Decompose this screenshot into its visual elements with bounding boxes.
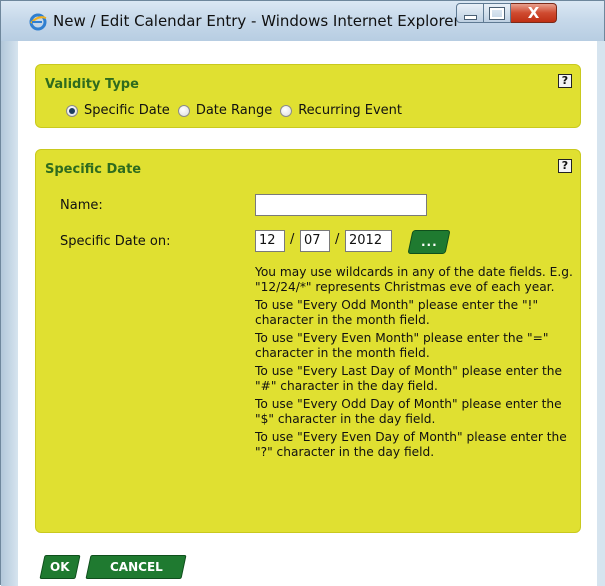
cancel-button[interactable]: CANCEL bbox=[85, 555, 187, 579]
help-line: You may use wildcards in any of the date… bbox=[255, 265, 573, 294]
minimize-icon bbox=[463, 14, 477, 20]
window-controls: X bbox=[456, 3, 557, 25]
ie-logo-icon bbox=[29, 13, 47, 31]
wildcard-help-text: You may use wildcards in any of the date… bbox=[255, 265, 575, 463]
maximize-icon bbox=[489, 6, 505, 20]
window-right-edge bbox=[597, 41, 605, 586]
specific-date-panel: Specific Date ? Name: Specific Date on: … bbox=[35, 149, 581, 533]
help-line: To use "Every Odd Month" please enter th… bbox=[255, 298, 539, 327]
dialog-content: Validity Type ? Specific Date Date Range… bbox=[18, 41, 597, 586]
maximize-button[interactable] bbox=[484, 3, 511, 23]
specific-date-title: Specific Date bbox=[45, 162, 142, 177]
name-label: Name: bbox=[60, 198, 103, 213]
validity-help-button[interactable]: ? bbox=[558, 74, 572, 88]
name-input[interactable] bbox=[255, 194, 427, 216]
ok-button-label: OK bbox=[50, 560, 70, 574]
help-line: To use "Every Even Month" please enter t… bbox=[255, 331, 549, 360]
specific-date-help-button[interactable]: ? bbox=[558, 159, 572, 173]
help-line: To use "Every Last Day of Month" please … bbox=[255, 364, 562, 393]
minimize-button[interactable] bbox=[456, 3, 484, 23]
help-line: To use "Every Odd Day of Month" please e… bbox=[255, 397, 562, 426]
validity-type-panel: Validity Type ? Specific Date Date Range… bbox=[35, 64, 581, 128]
close-button[interactable]: X bbox=[511, 3, 557, 23]
radio-specific-date-label: Specific Date bbox=[84, 103, 170, 118]
calendar-picker-button[interactable]: ... bbox=[407, 230, 451, 254]
month-field[interactable]: 12 bbox=[255, 230, 285, 252]
radio-date-range-indicator[interactable] bbox=[177, 104, 190, 117]
specific-date-on-label: Specific Date on: bbox=[60, 234, 171, 249]
radio-recurring-event-label: Recurring Event bbox=[298, 103, 403, 118]
browser-window: New / Edit Calendar Entry - Windows Inte… bbox=[0, 0, 605, 586]
radio-date-range-label: Date Range bbox=[195, 103, 273, 118]
window-title: New / Edit Calendar Entry - Windows Inte… bbox=[53, 12, 460, 30]
date-separator: / bbox=[335, 232, 340, 247]
cancel-button-label: CANCEL bbox=[109, 560, 163, 574]
ok-button[interactable]: OK bbox=[39, 555, 81, 579]
radio-recurring-event-indicator[interactable] bbox=[280, 104, 293, 117]
year-field[interactable]: 2012 bbox=[345, 230, 392, 252]
window-left-edge bbox=[1, 41, 18, 586]
date-separator: / bbox=[290, 232, 295, 247]
radio-specific-date-indicator[interactable] bbox=[66, 104, 78, 117]
close-icon: X bbox=[527, 3, 540, 22]
radio-date-range[interactable]: Date Range bbox=[177, 103, 273, 118]
radio-specific-date[interactable]: Specific Date bbox=[66, 103, 170, 118]
calendar-picker-label: ... bbox=[420, 235, 438, 249]
validity-type-options: Specific Date Date Range Recurring Event bbox=[66, 103, 410, 118]
radio-recurring-event[interactable]: Recurring Event bbox=[280, 103, 402, 118]
help-line: To use "Every Even Day of Month" please … bbox=[255, 430, 567, 459]
validity-type-title: Validity Type bbox=[45, 77, 139, 92]
title-bar[interactable]: New / Edit Calendar Entry - Windows Inte… bbox=[1, 1, 604, 41]
day-field[interactable]: 07 bbox=[300, 230, 330, 252]
